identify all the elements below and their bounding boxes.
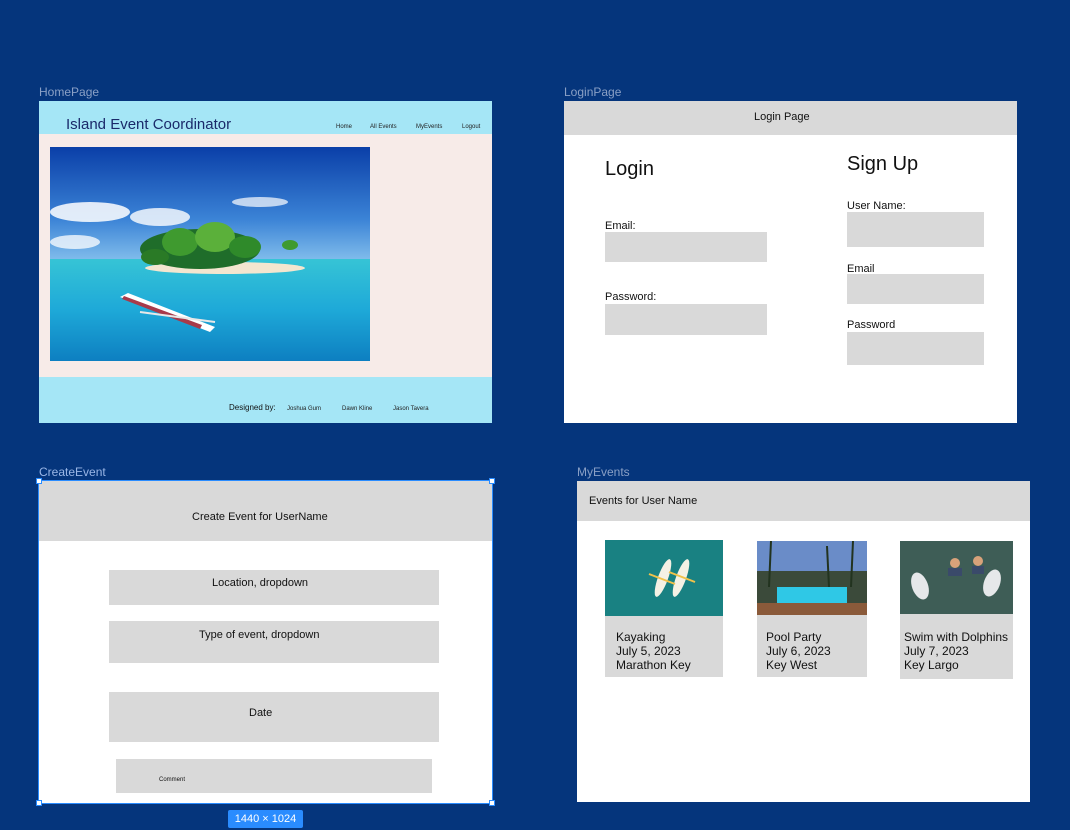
signup-email-field[interactable] <box>847 274 984 304</box>
event-type-dropdown-label: Type of event, dropdown <box>199 629 320 641</box>
login-password-field[interactable] <box>605 304 767 335</box>
event-name: Pool Party <box>766 630 822 644</box>
login-heading: Login <box>605 158 654 180</box>
selection-handle[interactable] <box>489 478 495 484</box>
home-footer <box>39 377 492 423</box>
event-name: Kayaking <box>616 630 666 644</box>
nav-logout[interactable]: Logout <box>462 124 480 130</box>
selection-handle[interactable] <box>36 800 42 806</box>
frame-label-homepage: HomePage <box>39 85 100 99</box>
designer-name: Joshua Gum <box>287 406 322 412</box>
signup-username-field[interactable] <box>847 212 984 247</box>
location-dropdown-label: Location, dropdown <box>212 577 309 589</box>
signup-password-label: Password <box>847 319 896 331</box>
date-field[interactable] <box>109 692 439 742</box>
comment-placeholder: Comment <box>159 777 186 783</box>
username-label: User Name: <box>847 200 906 212</box>
signup-heading: Sign Up <box>847 153 919 175</box>
nav-my-events[interactable]: MyEvents <box>416 124 442 130</box>
signup-password-field[interactable] <box>847 332 984 365</box>
event-type-dropdown[interactable] <box>109 621 439 663</box>
event-place: Key West <box>766 658 818 672</box>
island-hero-image <box>50 147 370 361</box>
selection-handle[interactable] <box>36 478 42 484</box>
designed-by-label: Designed by: <box>229 403 276 412</box>
nav-all-events[interactable]: All Events <box>370 124 397 130</box>
event-place: Marathon Key <box>616 658 691 672</box>
homepage-frame: Island Event Coordinator Home All Events… <box>39 101 492 423</box>
kayaking-image <box>605 540 723 616</box>
createevent-frame[interactable]: Create Event for UserName Location, drop… <box>38 480 493 804</box>
event-place: Key Largo <box>904 658 959 672</box>
password-label: Password: <box>605 291 657 303</box>
site-title: Island Event Coordinator <box>66 116 232 133</box>
event-date: July 6, 2023 <box>766 644 831 658</box>
create-header-title: Create Event for UserName <box>192 511 328 523</box>
comment-field[interactable] <box>116 759 432 793</box>
nav-home[interactable]: Home <box>336 124 352 130</box>
myevents-header-title: Events for User Name <box>589 495 698 507</box>
email-label: Email: <box>605 220 636 232</box>
designer-name: Dawn Kline <box>342 406 373 412</box>
myevents-frame: Events for User Name Kayaking July 5, 20… <box>577 481 1030 802</box>
frame-size-badge: 1440 × 1024 <box>228 810 303 828</box>
loginpage-frame: Login Page Login Email: Password: Sign U… <box>564 101 1017 423</box>
frame-label-loginpage: LoginPage <box>564 85 622 99</box>
selection-handle[interactable] <box>489 800 495 806</box>
frame-label-myevents: MyEvents <box>577 465 630 479</box>
login-header-title: Login Page <box>754 111 810 123</box>
swim-with-dolphins-image <box>900 541 1013 614</box>
designer-name: Jason Tavera <box>393 406 429 412</box>
login-email-field[interactable] <box>605 232 767 262</box>
event-date: July 7, 2023 <box>904 644 969 658</box>
event-name: Swim with Dolphins <box>904 630 1009 644</box>
frame-label-createevent: CreateEvent <box>39 465 106 479</box>
pool-party-image <box>757 541 867 615</box>
date-field-label: Date <box>249 707 273 719</box>
event-date: July 5, 2023 <box>616 644 681 658</box>
